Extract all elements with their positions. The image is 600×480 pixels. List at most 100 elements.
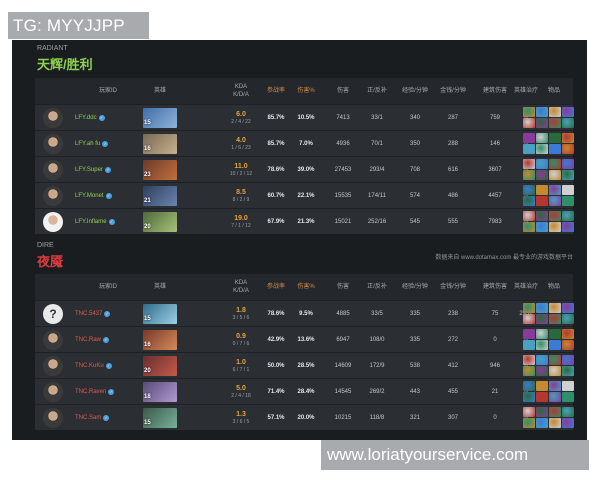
col-header-building-damage[interactable]: 建筑伤害 xyxy=(475,78,515,104)
player-row[interactable]: LFY.Super ✓ 23 11.0 10 / 2 / 12 78.6% 39.0% 274… xyxy=(35,156,574,183)
item-icon[interactable] xyxy=(536,185,548,195)
col-header-building-damage[interactable]: 建筑伤害 xyxy=(475,274,515,300)
player-avatar[interactable] xyxy=(43,186,63,206)
player-avatar[interactable] xyxy=(43,330,63,350)
player-row[interactable]: TNC.Raw ✓ 16 0.9 0 / 7 / 6 42.9% 13.6% 6947 108/… xyxy=(35,326,574,353)
item-icon[interactable] xyxy=(536,418,548,428)
item-icon[interactable] xyxy=(536,118,548,128)
item-icon[interactable] xyxy=(523,303,535,313)
player-avatar[interactable] xyxy=(43,108,63,128)
item-icon[interactable] xyxy=(549,211,561,221)
player-name-link[interactable]: LFY.Super ✓ xyxy=(75,157,111,183)
player-row[interactable]: TNC.KuKu ✓ 20 1.0 6 / 7 / 1 50.0% 28.5% 14609 17… xyxy=(35,352,574,379)
col-header-xpm[interactable]: 经验/分钟 xyxy=(396,78,434,104)
col-header-damage[interactable]: 伤害 xyxy=(328,274,358,300)
item-icon[interactable] xyxy=(536,222,548,232)
player-avatar[interactable] xyxy=(43,408,63,428)
item-icon[interactable] xyxy=(562,407,574,417)
item-icon[interactable] xyxy=(549,107,561,117)
item-icon[interactable] xyxy=(562,340,574,350)
item-icon[interactable] xyxy=(523,144,535,154)
item-icon[interactable] xyxy=(549,133,561,143)
item-icon[interactable] xyxy=(562,159,574,169)
item-icon[interactable] xyxy=(523,170,535,180)
player-name-link[interactable]: TNC.Raw ✓ xyxy=(75,327,110,353)
item-icon[interactable] xyxy=(549,418,561,428)
item-icon[interactable] xyxy=(549,355,561,365)
item-icon[interactable] xyxy=(562,381,574,391)
player-name-link[interactable]: TNC.KuKu ✓ xyxy=(75,353,112,379)
item-icon[interactable] xyxy=(549,366,561,376)
col-header-damage[interactable]: 伤害 xyxy=(328,78,358,104)
player-avatar[interactable] xyxy=(43,160,63,180)
item-icon[interactable] xyxy=(536,392,548,402)
col-header-lasthits[interactable]: 正/反补 xyxy=(360,78,394,104)
item-icon[interactable] xyxy=(549,381,561,391)
player-row[interactable]: LFY.ah fu ✓ 16 4.0 1 / 6 / 23 85.7% 7.0% 4936 70… xyxy=(35,130,574,157)
col-header-xpm[interactable]: 经验/分钟 xyxy=(396,274,434,300)
item-icon[interactable] xyxy=(549,407,561,417)
item-icon[interactable] xyxy=(523,222,535,232)
item-icon[interactable] xyxy=(523,418,535,428)
col-header-participation[interactable]: 参战率 xyxy=(261,274,291,300)
player-row[interactable]: TNC.Sam ✓ 15 1.3 3 / 6 / 5 57.1% 20.0% 10215 118… xyxy=(35,404,574,431)
item-icon[interactable] xyxy=(536,170,548,180)
item-icon[interactable] xyxy=(549,185,561,195)
item-icon[interactable] xyxy=(523,196,535,206)
item-icon[interactable] xyxy=(523,407,535,417)
col-header-kda[interactable]: KDA K/D/A xyxy=(222,274,260,300)
item-icon[interactable] xyxy=(523,211,535,221)
player-avatar[interactable] xyxy=(43,382,63,402)
item-icon[interactable] xyxy=(562,314,574,324)
item-icon[interactable] xyxy=(562,107,574,117)
col-header-kda[interactable]: KDA K/D/A xyxy=(222,78,260,104)
item-icon[interactable] xyxy=(562,144,574,154)
item-icon[interactable] xyxy=(523,133,535,143)
col-header-player[interactable]: 玩家ID xyxy=(75,78,141,104)
col-header-lasthits[interactable]: 正/反补 xyxy=(360,274,394,300)
item-icon[interactable] xyxy=(549,329,561,339)
col-header-hero[interactable]: 英雄 xyxy=(143,274,177,300)
player-name-link[interactable]: TNC.Raven ✓ xyxy=(75,379,115,405)
player-row[interactable]: LFY.Monet ✓ 21 8.5 8 / 2 / 9 60.7% 22.1% 15535 1… xyxy=(35,182,574,209)
item-icon[interactable] xyxy=(536,159,548,169)
item-icon[interactable] xyxy=(523,329,535,339)
item-icon[interactable] xyxy=(523,366,535,376)
item-icon[interactable] xyxy=(562,170,574,180)
item-icon[interactable] xyxy=(523,381,535,391)
player-row[interactable]: TNC.Raven ✓ 18 5.0 2 / 4 / 18 71.4% 28.4% 14545… xyxy=(35,378,574,405)
item-icon[interactable] xyxy=(549,144,561,154)
item-icon[interactable] xyxy=(562,303,574,313)
item-icon[interactable] xyxy=(536,303,548,313)
item-icon[interactable] xyxy=(562,211,574,221)
item-icon[interactable] xyxy=(562,366,574,376)
item-icon[interactable] xyxy=(523,159,535,169)
item-icon[interactable] xyxy=(523,185,535,195)
item-icon[interactable] xyxy=(549,159,561,169)
item-icon[interactable] xyxy=(536,407,548,417)
item-icon[interactable] xyxy=(549,118,561,128)
item-icon[interactable] xyxy=(562,133,574,143)
col-header-items[interactable]: 物品 xyxy=(535,78,573,104)
item-icon[interactable] xyxy=(549,314,561,324)
item-icon[interactable] xyxy=(523,314,535,324)
player-name-link[interactable]: LFY.Inflame ✓ xyxy=(75,209,115,235)
item-icon[interactable] xyxy=(536,211,548,221)
item-icon[interactable] xyxy=(536,144,548,154)
player-name-link[interactable]: LFY.ah fu ✓ xyxy=(75,131,109,157)
item-icon[interactable] xyxy=(523,355,535,365)
item-icon[interactable] xyxy=(549,222,561,232)
player-name-link[interactable]: TNC.Sam ✓ xyxy=(75,405,110,431)
item-icon[interactable] xyxy=(536,107,548,117)
player-row[interactable]: LFY.ddc ✓ 15 6.0 2 / 4 / 22 85.7% 10.5% 7413 33/… xyxy=(35,104,574,130)
item-icon[interactable] xyxy=(562,185,574,195)
item-icon[interactable] xyxy=(523,392,535,402)
col-header-participation[interactable]: 参战率 xyxy=(261,78,291,104)
player-avatar[interactable] xyxy=(43,356,63,376)
item-icon[interactable] xyxy=(523,107,535,117)
player-name-link[interactable]: LFY.Monet ✓ xyxy=(75,183,112,209)
player-avatar[interactable] xyxy=(43,212,63,232)
item-icon[interactable] xyxy=(523,118,535,128)
item-icon[interactable] xyxy=(536,366,548,376)
player-avatar[interactable] xyxy=(43,134,63,154)
